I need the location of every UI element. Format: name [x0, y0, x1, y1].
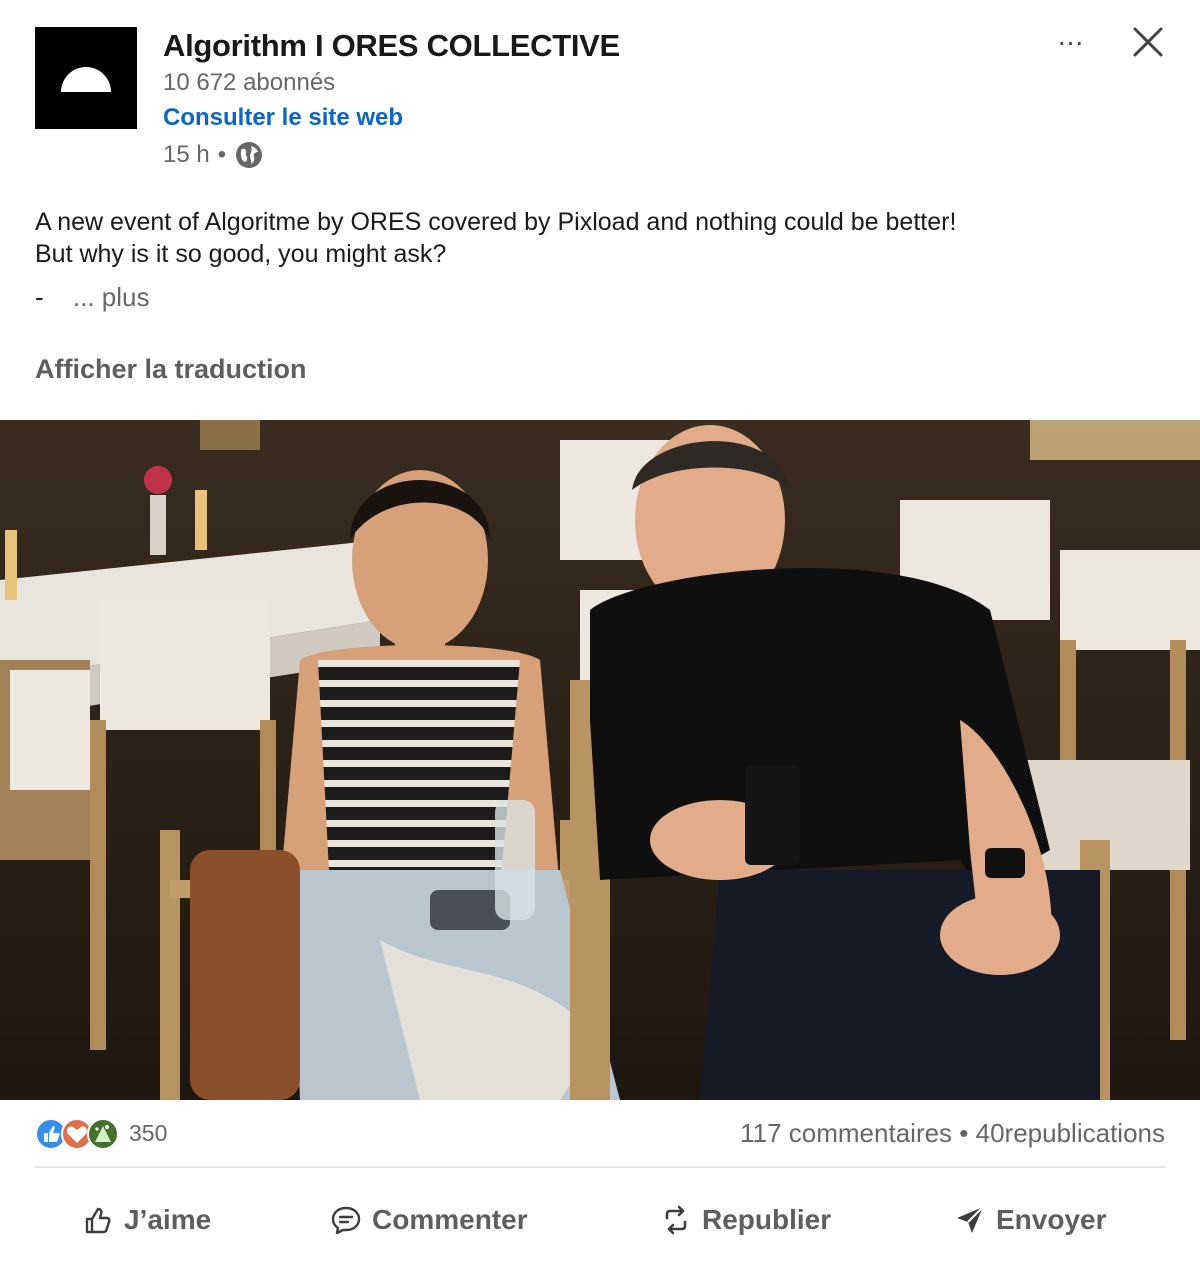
post-meta: 15 h •	[163, 140, 264, 170]
post-text-line: But why is it so good, you might ask?	[35, 240, 447, 268]
like-button[interactable]: J’aime	[82, 1180, 211, 1260]
social-counts-row: 350 117 commentaires • 40republications	[35, 1115, 1165, 1155]
comment-button[interactable]: Commenter	[330, 1180, 528, 1260]
reaction-icons-group[interactable]	[35, 1117, 125, 1151]
engagement-stats: 117 commentaires • 40republications	[740, 1118, 1165, 1149]
comment-icon	[331, 1206, 361, 1235]
website-link[interactable]: Consulter le site web	[163, 104, 403, 132]
send-icon	[957, 1206, 984, 1233]
show-translation-link[interactable]: Afficher la traduction	[35, 354, 307, 385]
bullet-dash: -	[35, 282, 44, 312]
more-options-button[interactable]: ...	[1048, 22, 1094, 58]
comment-label: Commenter	[372, 1204, 528, 1235]
post-image[interactable]	[0, 420, 1200, 1100]
globe-icon	[236, 142, 263, 168]
close-button[interactable]	[1126, 20, 1170, 64]
reposts-count-link[interactable]: 40republications	[976, 1118, 1165, 1148]
thumbs-up-icon	[85, 1207, 111, 1234]
see-more-row: - ... plus	[35, 282, 150, 313]
logo-dome-shape	[61, 67, 111, 92]
author-name[interactable]: Algorithm I ORES COLLECTIVE	[163, 28, 620, 64]
meta-separator: •	[217, 141, 227, 168]
stats-separator: •	[959, 1118, 969, 1148]
repost-label: Republier	[702, 1204, 832, 1235]
action-bar: J’aime Commenter Republier Envoyer	[0, 1180, 1200, 1260]
send-button[interactable]: Envoyer	[954, 1180, 1107, 1260]
close-icon	[1133, 27, 1163, 57]
follower-count: 10 672 abonnés	[163, 69, 336, 96]
comments-count-link[interactable]: 117 commentaires	[740, 1118, 952, 1148]
post-body-text: A new event of Algoritme by ORES covered…	[35, 206, 1165, 270]
photo-illustration	[0, 420, 1200, 1100]
divider	[35, 1166, 1165, 1168]
see-more-link[interactable]: ... plus	[73, 282, 150, 312]
repost-icon	[665, 1205, 687, 1235]
post-text-line: A new event of Algoritme by ORES covered…	[35, 208, 957, 236]
post-time: 15 h	[163, 141, 210, 168]
post-card: Algorithm I ORES COLLECTIVE 10 672 abonn…	[0, 0, 1200, 1274]
company-logo[interactable]	[35, 27, 137, 129]
like-label: J’aime	[124, 1204, 212, 1235]
repost-button[interactable]: Republier	[660, 1180, 831, 1260]
reaction-count[interactable]: 350	[129, 1120, 167, 1147]
send-label: Envoyer	[996, 1204, 1107, 1235]
celebrate-reaction-icon	[87, 1118, 119, 1150]
